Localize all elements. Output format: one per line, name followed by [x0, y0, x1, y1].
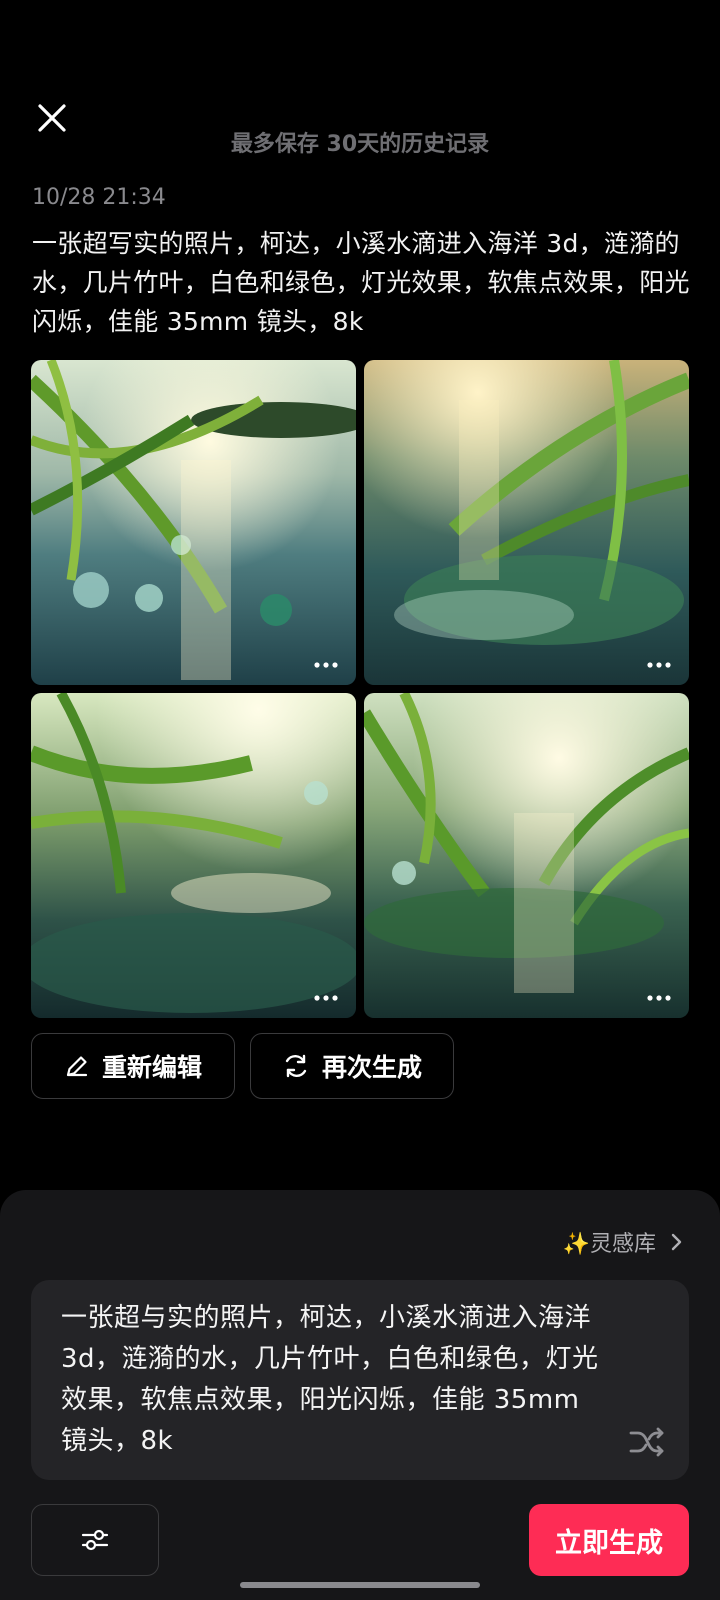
shuffle-icon [629, 1427, 664, 1457]
regenerate-button[interactable]: 再次生成 [250, 1033, 454, 1099]
more-options-button[interactable] [643, 988, 675, 1008]
image-art [31, 693, 356, 1018]
regenerate-label: 再次生成 [321, 1053, 422, 1082]
re-edit-button[interactable]: 重新编辑 [31, 1033, 235, 1099]
more-options-button[interactable] [310, 988, 342, 1008]
generate-now-button[interactable]: 立即生成 [529, 1504, 689, 1576]
chevron-right-icon [671, 1233, 682, 1251]
record-prompt: 一张超写实的照片，柯达，小溪水滴进入海洋 3d，涟漪的水，几片竹叶，白色和绿色，… [32, 229, 690, 336]
generated-image-4[interactable] [364, 693, 689, 1018]
prompt-input-text: 一张超与实的照片，柯达，小溪水滴进入海洋 3d，涟漪的水，几片竹叶，白色和绿色，… [61, 1303, 599, 1456]
re-edit-label: 重新编辑 [101, 1053, 202, 1082]
generated-image-2[interactable] [364, 360, 689, 685]
more-dots-icon [647, 995, 671, 1001]
settings-button[interactable] [31, 1504, 159, 1576]
generated-image-1[interactable] [31, 360, 356, 685]
image-art [364, 693, 689, 1018]
image-grid [31, 360, 689, 1018]
history-retention-note: 最多保存 30天的历史记录 [230, 132, 490, 157]
more-options-button[interactable] [643, 655, 675, 675]
generated-image-3[interactable] [31, 693, 356, 1018]
record-timestamp: 10/28 21:34 [32, 185, 166, 210]
image-art [364, 360, 689, 685]
composer-panel: ✨灵感库 一张超与实的照片，柯达，小溪水滴进入海洋 3d，涟漪的水，几片竹叶，白… [0, 1190, 720, 1600]
image-art [31, 360, 356, 685]
home-indicator[interactable] [240, 1582, 480, 1588]
shuffle-button[interactable] [627, 1422, 667, 1462]
inspiration-library-link[interactable]: ✨灵感库 [563, 1226, 684, 1258]
more-dots-icon [314, 995, 338, 1001]
refresh-icon [285, 1054, 307, 1078]
pencil-icon [66, 1056, 88, 1077]
more-options-button[interactable] [310, 655, 342, 675]
more-dots-icon [647, 662, 671, 668]
inspiration-label: ✨灵感库 [562, 1232, 656, 1257]
sliders-icon [81, 1529, 109, 1551]
prompt-input[interactable]: 一张超与实的照片，柯达，小溪水滴进入海洋 3d，涟漪的水，几片竹叶，白色和绿色，… [31, 1280, 689, 1480]
more-dots-icon [314, 662, 338, 668]
